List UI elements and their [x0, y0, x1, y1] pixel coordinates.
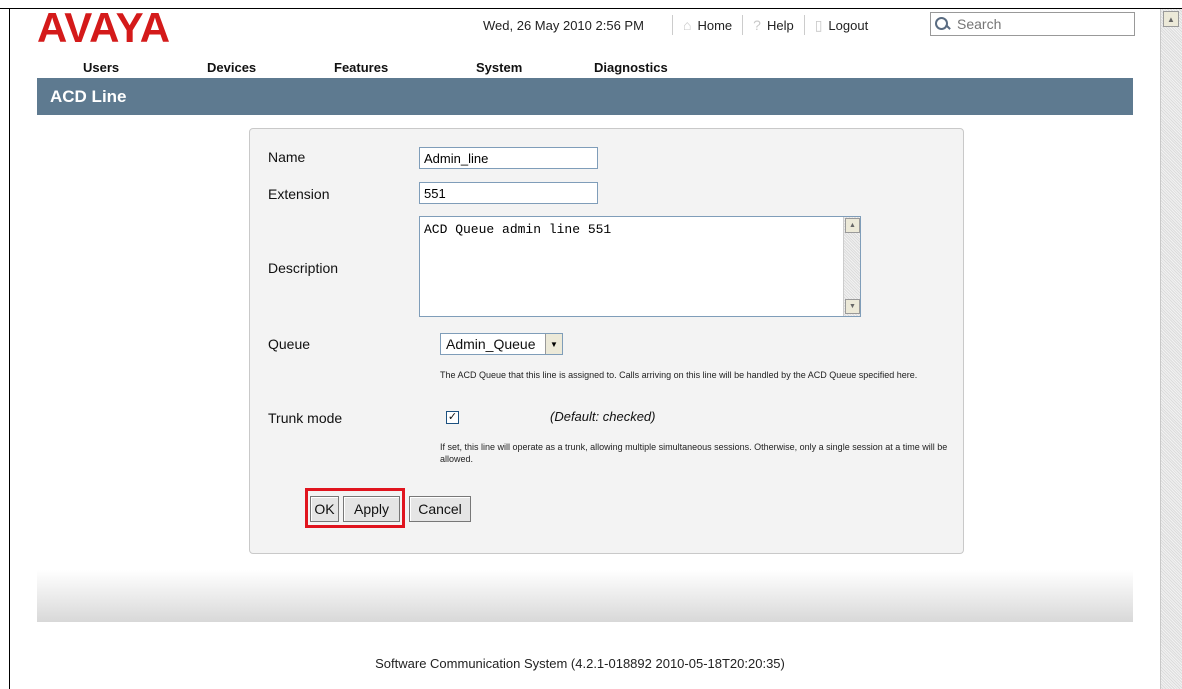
queue-select[interactable]: Admin_Queue ▼ — [440, 333, 563, 355]
menu-diagnostics[interactable]: Diagnostics — [594, 60, 668, 75]
lock-icon: ▯ — [814, 16, 823, 33]
menu-devices[interactable]: Devices — [207, 60, 256, 75]
search-box[interactable] — [930, 12, 1135, 36]
datetime: Wed, 26 May 2010 2:56 PM — [483, 17, 644, 33]
separator — [672, 15, 673, 35]
scroll-up-icon[interactable]: ▲ — [845, 218, 860, 233]
home-link[interactable]: Home — [697, 18, 732, 33]
trunk-hint: If set, this line will operate as a trun… — [440, 442, 948, 464]
avaya-logo: AVAYA — [37, 4, 171, 51]
trunk-mode-checkbox[interactable]: ✓ — [446, 411, 459, 424]
footer-version: Software Communication System (4.2.1-018… — [375, 656, 785, 671]
name-field[interactable] — [419, 147, 598, 169]
description-label: Description — [268, 260, 339, 276]
separator — [742, 15, 744, 35]
queue-selected-value[interactable]: Admin_Queue — [441, 336, 545, 352]
menu-users[interactable]: Users — [83, 60, 119, 75]
scroll-down-icon[interactable]: ▼ — [845, 299, 860, 314]
home-icon: ⌂ — [683, 17, 692, 33]
queue-hint: The ACD Queue that this line is assigned… — [440, 370, 918, 380]
top-nav: ⌂ Home ? Help ▯ Logout — [672, 14, 868, 36]
logout-link[interactable]: Logout — [828, 18, 868, 33]
trunk-mode-label: Trunk mode — [268, 410, 343, 426]
cancel-button[interactable]: Cancel — [409, 496, 471, 522]
separator — [803, 15, 805, 35]
search-icon[interactable] — [933, 15, 951, 33]
window-left-edge — [9, 9, 10, 689]
queue-label: Queue — [268, 336, 311, 352]
footer-band — [37, 570, 1133, 622]
ok-button[interactable]: OK — [310, 496, 339, 522]
help-icon: ? — [753, 17, 761, 33]
page-scrollbar[interactable] — [1160, 9, 1182, 689]
page-title: ACD Line — [37, 78, 1133, 115]
scroll-up-icon[interactable]: ▲ — [1163, 11, 1179, 27]
extension-field[interactable] — [419, 182, 598, 204]
description-field[interactable]: ACD Queue admin line 551 ▲ ▼ — [419, 216, 861, 317]
description-scrollbar[interactable]: ▲ ▼ — [843, 217, 860, 316]
window-top-edge — [0, 0, 1182, 9]
search-input[interactable] — [955, 15, 1125, 33]
help-link[interactable]: Help — [767, 18, 794, 33]
extension-label: Extension — [268, 186, 330, 202]
description-text[interactable]: ACD Queue admin line 551 — [424, 222, 611, 237]
trunk-default-note: (Default: checked) — [550, 409, 656, 424]
apply-button[interactable]: Apply — [343, 496, 400, 522]
menu-features[interactable]: Features — [334, 60, 388, 75]
chevron-down-icon[interactable]: ▼ — [545, 334, 562, 354]
menu-system[interactable]: System — [476, 60, 522, 75]
name-label: Name — [268, 149, 306, 165]
